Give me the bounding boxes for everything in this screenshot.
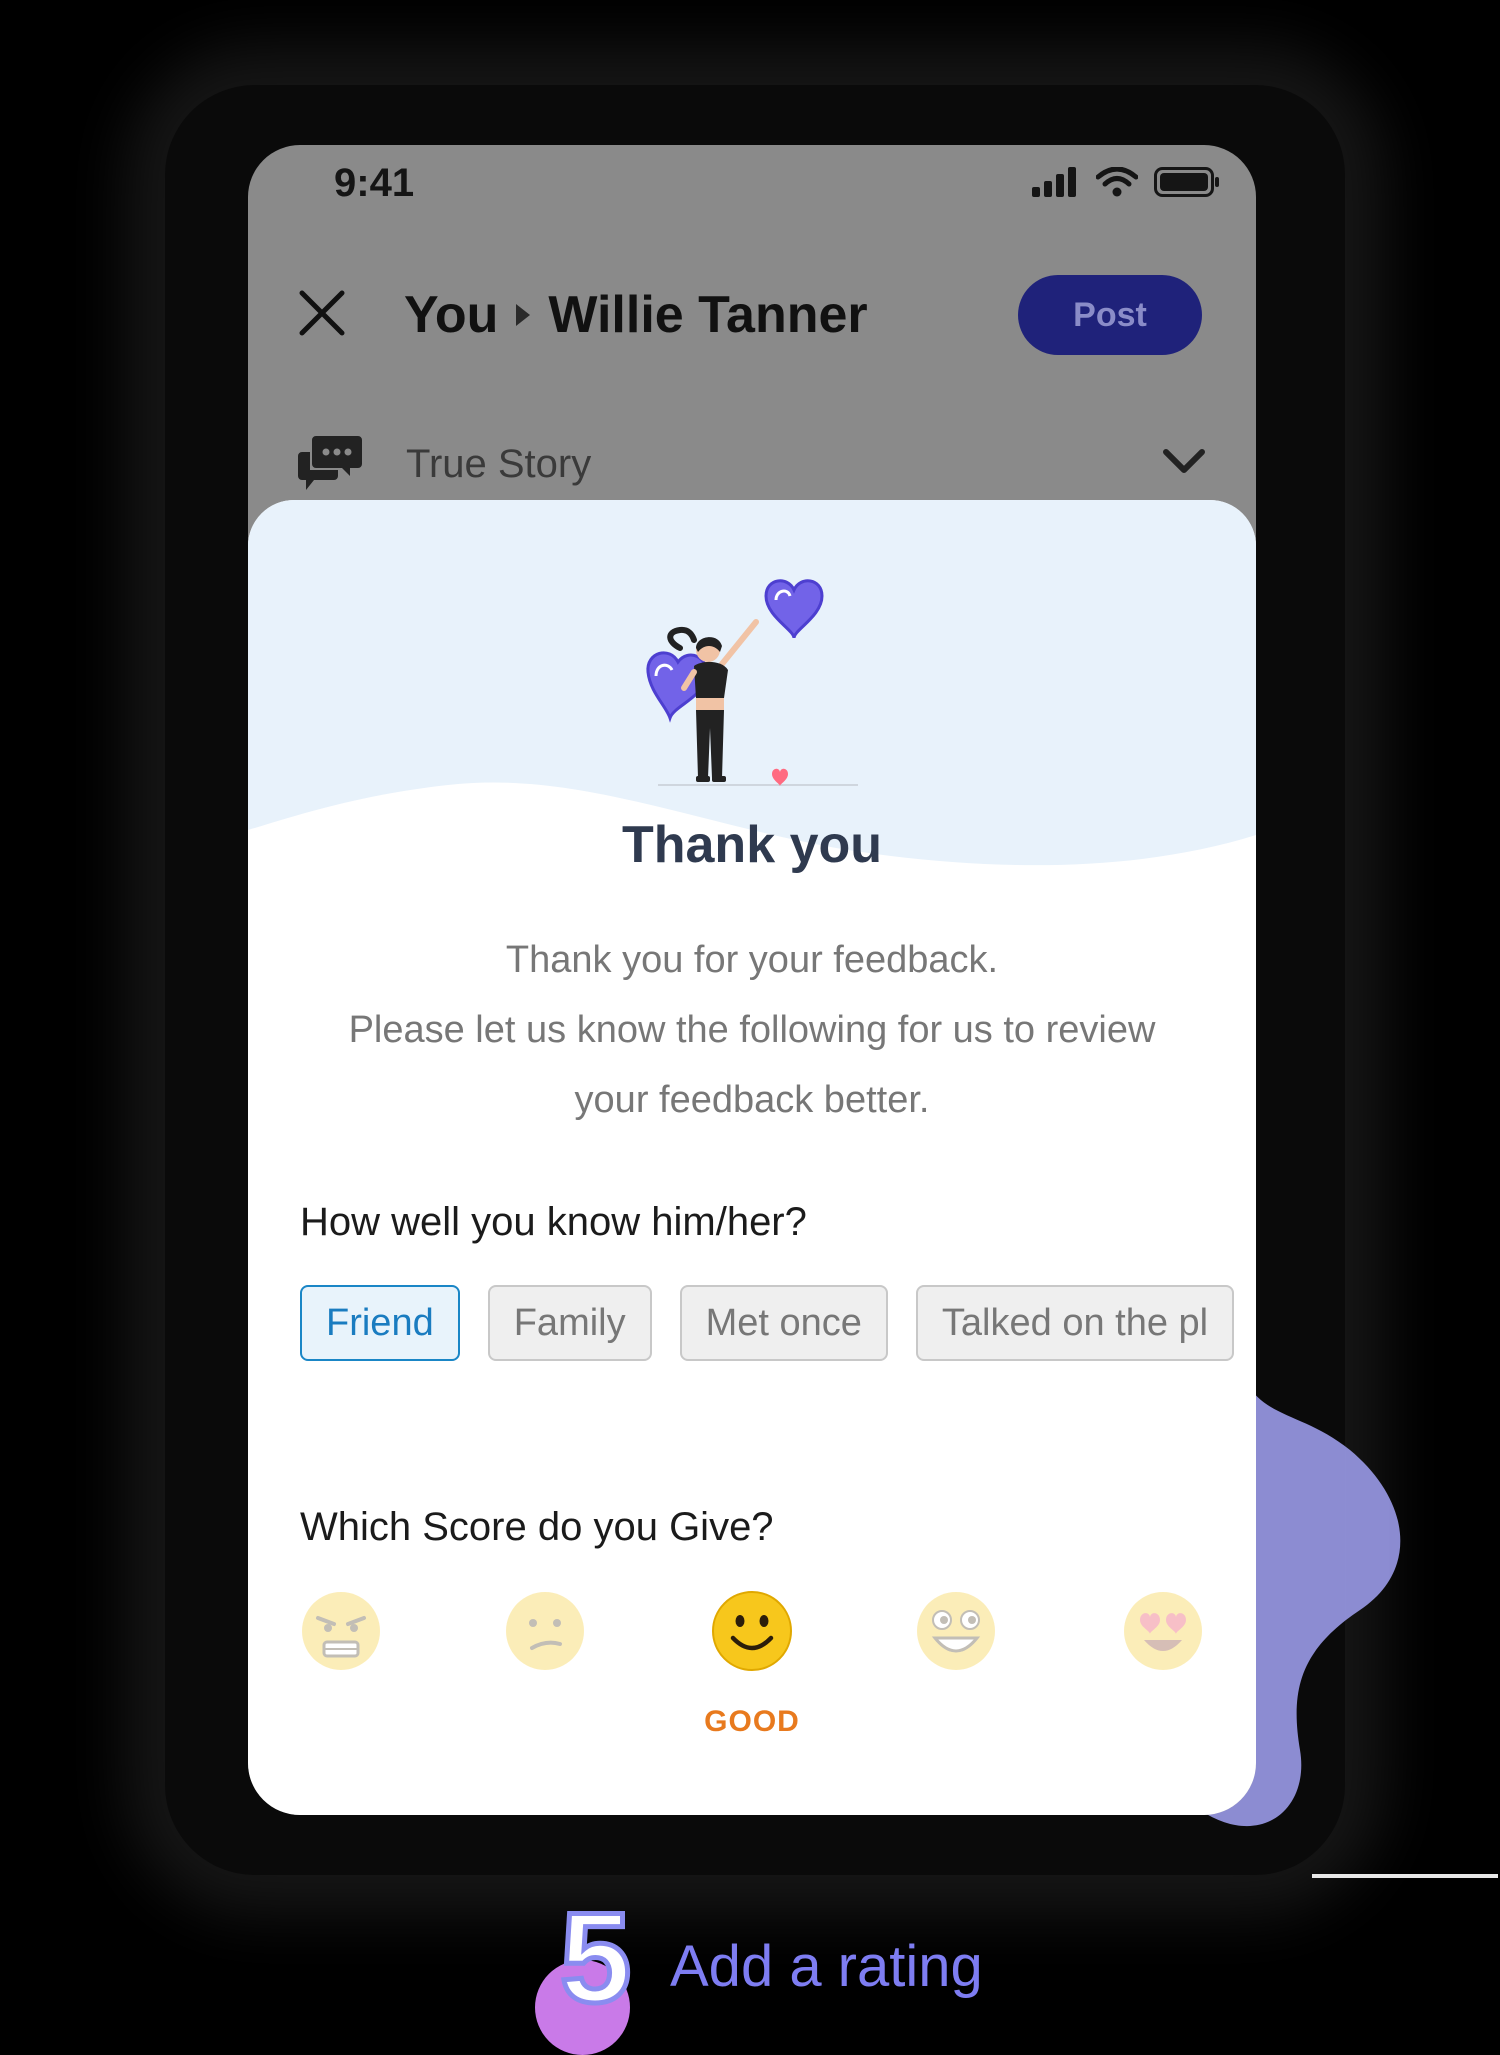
description-line: Please let us know the following for us … — [348, 1009, 1156, 1051]
description-line: your feedback better. — [574, 1079, 930, 1121]
relationship-chip-friend[interactable]: Friend — [300, 1285, 460, 1361]
angry-face-icon[interactable] — [300, 1590, 382, 1672]
description-line: Thank you for your feedback. — [505, 939, 999, 981]
sheet-title: Thank you — [621, 816, 883, 874]
confused-face-icon[interactable] — [504, 1590, 586, 1672]
decorative-line — [1312, 1874, 1498, 1878]
relationship-chip-family[interactable]: Family — [487, 1285, 652, 1361]
relationship-options: Friend Family Met once Talked on the pl — [300, 1285, 1235, 1361]
score-question: Which Score do you Give? — [300, 1505, 774, 1549]
woman-with-hearts-illustration — [646, 579, 858, 786]
close-icon[interactable] — [296, 287, 348, 339]
post-button[interactable]: Post — [1018, 275, 1202, 355]
relationship-chip-met-once[interactable]: Met once — [679, 1285, 888, 1361]
selected-rating-label: GOOD — [704, 1705, 800, 1738]
category-label: True Story — [406, 442, 592, 486]
battery-icon — [1154, 167, 1219, 197]
relationship-chip-talked-on-phone[interactable]: Talked on the pl — [915, 1285, 1235, 1361]
step-caption: 5 Add a rating — [535, 1885, 1250, 2055]
smiling-face-icon[interactable] — [711, 1590, 793, 1672]
step-number: 5 — [557, 1885, 633, 2033]
heart-eyes-face-icon[interactable] — [1122, 1590, 1204, 1672]
feedback-sheet: Thank you Thank you for your feedback. P… — [248, 500, 1256, 1815]
relationship-question: How well you know him/her? — [300, 1200, 807, 1244]
top-bar: You Willie Tanner Post — [248, 265, 1256, 365]
score-faces — [300, 1590, 1204, 1680]
recipient-name: Willie Tanner — [548, 286, 868, 344]
status-bar: 9:41 — [248, 145, 1256, 225]
wifi-icon — [1096, 167, 1138, 197]
signal-icon — [1032, 167, 1076, 197]
grinning-face-icon[interactable] — [915, 1590, 997, 1672]
phone-screen: 9:41 You Willie Tanner Post True Story T… — [248, 145, 1256, 1815]
sender-name: You — [404, 286, 499, 344]
status-icons — [1032, 167, 1220, 197]
sheet-description: Thank you for your feedback. Please let … — [288, 925, 1216, 1135]
category-selector[interactable]: True Story — [248, 430, 1256, 510]
step-label: Add a rating — [670, 1934, 983, 1999]
recipient-breadcrumb: You Willie Tanner — [404, 285, 868, 345]
status-time: 9:41 — [334, 161, 415, 205]
chevron-right-icon — [516, 304, 531, 326]
chevron-down-icon[interactable] — [1162, 448, 1206, 476]
chat-bubbles-icon — [298, 436, 362, 490]
